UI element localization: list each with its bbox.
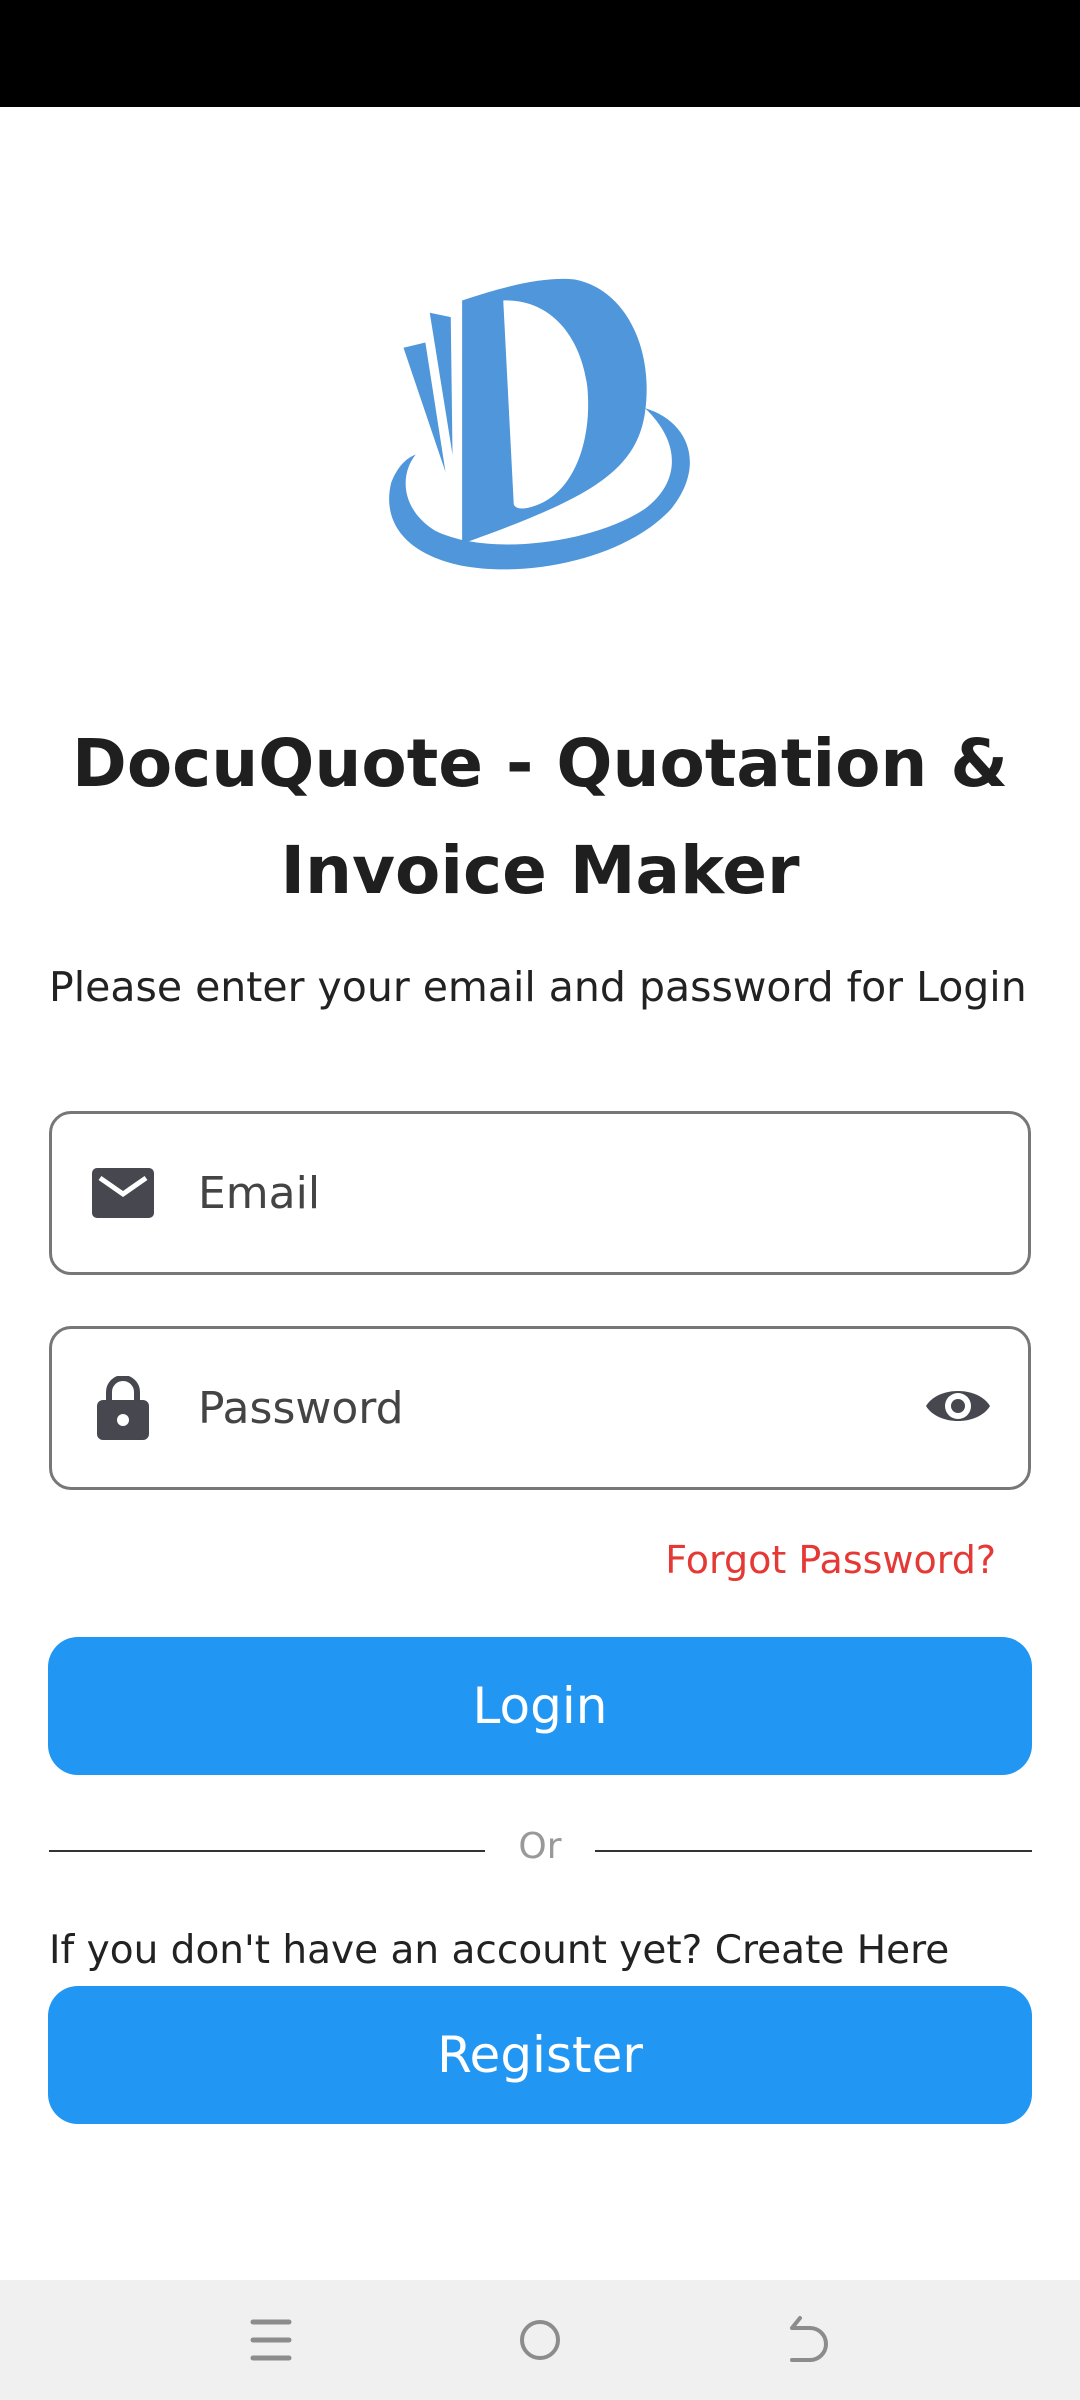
show-password-icon[interactable] <box>924 1384 992 1432</box>
title-line-2: Invoice Maker <box>280 832 800 909</box>
forgot-password-link[interactable]: Forgot Password? <box>665 1538 996 1582</box>
divider-right <box>595 1850 1032 1852</box>
mail-icon <box>88 1168 158 1218</box>
menu-icon[interactable] <box>250 2310 292 2374</box>
system-nav-bar <box>0 2280 1080 2400</box>
lock-icon <box>88 1376 158 1440</box>
password-placeholder: Password <box>198 1382 404 1434</box>
login-button[interactable]: Login <box>48 1637 1032 1775</box>
email-field[interactable]: Email <box>49 1111 1031 1275</box>
register-button[interactable]: Register <box>48 1986 1032 2124</box>
email-placeholder: Email <box>198 1167 321 1219</box>
page-title: DocuQuote - Quotation & Invoice Maker <box>40 710 1040 924</box>
status-bar <box>0 0 1080 107</box>
divider-left <box>49 1850 485 1852</box>
password-field[interactable]: Password <box>49 1326 1031 1490</box>
home-icon[interactable] <box>518 2310 562 2374</box>
app-logo <box>389 278 690 570</box>
register-prompt: If you don't have an account yet? Create… <box>49 1928 950 1973</box>
title-line-1: DocuQuote - Quotation & <box>72 725 1008 802</box>
back-icon[interactable] <box>786 2310 830 2374</box>
divider-or: Or <box>518 1826 562 1867</box>
login-instructions: Please enter your email and password for… <box>49 963 1027 1011</box>
